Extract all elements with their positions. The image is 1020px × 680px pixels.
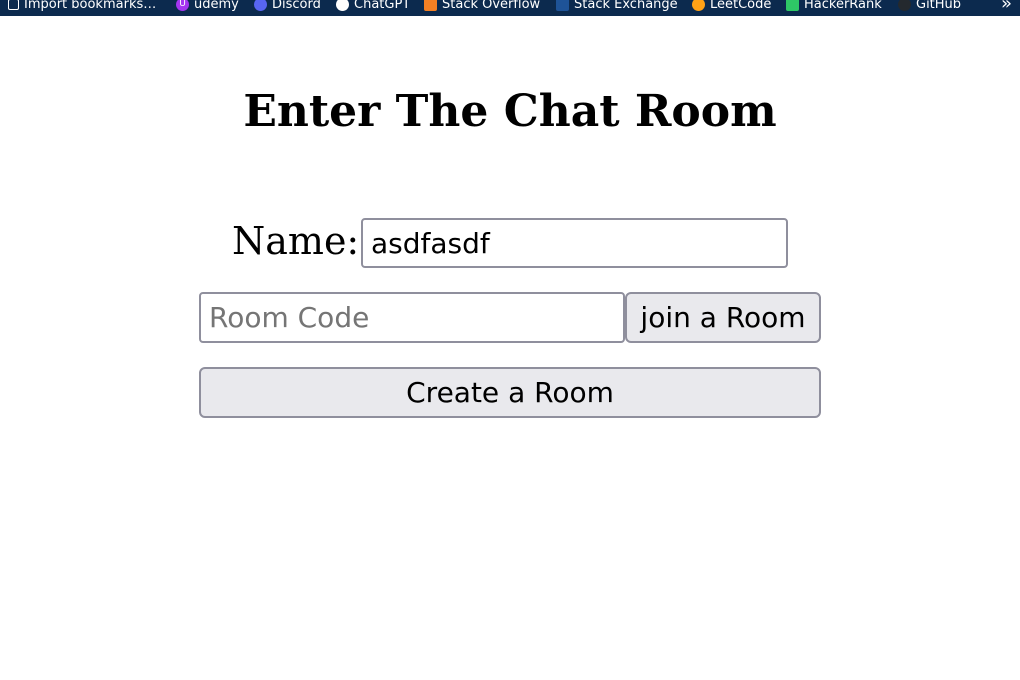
create-room-button[interactable]: Create a Room [199, 367, 821, 418]
github-icon [898, 0, 911, 11]
name-input[interactable] [361, 218, 788, 268]
bookmark-label: Discord [272, 0, 321, 12]
discord-icon [254, 0, 267, 11]
bookmark-label: udemy [194, 0, 239, 12]
bookmark-stackexchange[interactable]: Stack Exchange [556, 0, 678, 14]
bookmark-github[interactable]: GitHub [898, 0, 961, 14]
join-room-button[interactable]: join a Room [625, 292, 821, 343]
udemy-icon: U [176, 0, 189, 11]
bookmark-label: LeetCode [710, 0, 772, 12]
name-label: Name: [232, 219, 360, 263]
bookmark-label: GitHub [916, 0, 962, 12]
stackexchange-icon [556, 0, 569, 11]
bookmarks-bar: Import bookmarks… U udemy Discord ChatGP… [0, 0, 1020, 16]
bookmark-label: Import bookmarks… [24, 0, 157, 12]
room-code-input[interactable] [199, 292, 625, 343]
bookmark-label: Stack Overflow [442, 0, 541, 12]
bookmark-leetcode[interactable]: LeetCode [692, 0, 771, 14]
bookmark-import[interactable]: Import bookmarks… [8, 0, 156, 14]
bookmark-label: HackerRank [804, 0, 882, 12]
stackoverflow-icon [424, 0, 437, 11]
bookmark-chatgpt[interactable]: ChatGPT [336, 0, 410, 14]
leetcode-icon [692, 0, 705, 11]
chevron-right-icon[interactable]: » [1001, 0, 1012, 14]
hackerrank-icon [786, 0, 799, 11]
bookmark-stackoverflow[interactable]: Stack Overflow [424, 0, 540, 14]
bookmark-label: Stack Exchange [574, 0, 678, 12]
import-icon [8, 0, 19, 10]
bookmark-discord[interactable]: Discord [254, 0, 321, 14]
bookmark-udemy[interactable]: U udemy [176, 0, 239, 14]
chatgpt-icon [336, 0, 349, 11]
page-title: Enter The Chat Room [243, 86, 777, 137]
bookmark-hackerrank[interactable]: HackerRank [786, 0, 882, 14]
bookmark-label: ChatGPT [354, 0, 411, 12]
